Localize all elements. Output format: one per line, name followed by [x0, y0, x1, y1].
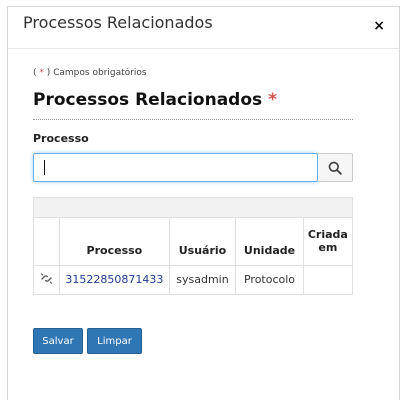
col-header-criada-em: Criada em [303, 218, 352, 266]
col-header-unidade: Unidade [235, 218, 304, 266]
processo-link[interactable]: 31522850871433 [59, 265, 170, 294]
processo-input[interactable] [33, 153, 318, 182]
col-header-usuario: Usuário [169, 218, 237, 266]
search-icon [328, 161, 342, 175]
unidade-cell: Protocolo [235, 265, 304, 294]
processes-table: Processo Usuário Unidade Criada em 31522… [34, 218, 352, 294]
section-divider [33, 119, 353, 120]
required-fields-note: ( * ) Campos obrigatórios [33, 68, 147, 78]
text-caret [44, 160, 45, 175]
unlink-icon[interactable] [40, 272, 53, 285]
col-header-processo: Processo [59, 218, 170, 266]
table-toolbar [34, 198, 352, 218]
row-action-cell [34, 265, 61, 294]
limpar-button[interactable]: Limpar [87, 328, 142, 354]
modal-title: Processos Relacionados [23, 13, 213, 32]
processo-label: Processo [33, 132, 89, 145]
usuario-cell: sysadmin [169, 265, 237, 294]
col-header-action [34, 218, 61, 266]
required-mark: * [268, 90, 277, 110]
close-icon[interactable]: × [373, 19, 385, 33]
modal-header: Processos Relacionados × [8, 7, 399, 49]
criada-em-cell [303, 265, 352, 294]
section-title: Processos Relacionados * [33, 90, 277, 110]
table-header-row: Processo Usuário Unidade Criada em [34, 218, 352, 266]
table-row: 31522850871433 sysadmin Protocolo [34, 265, 352, 294]
search-button[interactable] [318, 153, 353, 182]
related-processes-table: Processo Usuário Unidade Criada em 31522… [33, 197, 353, 295]
salvar-button[interactable]: Salvar [33, 328, 83, 354]
